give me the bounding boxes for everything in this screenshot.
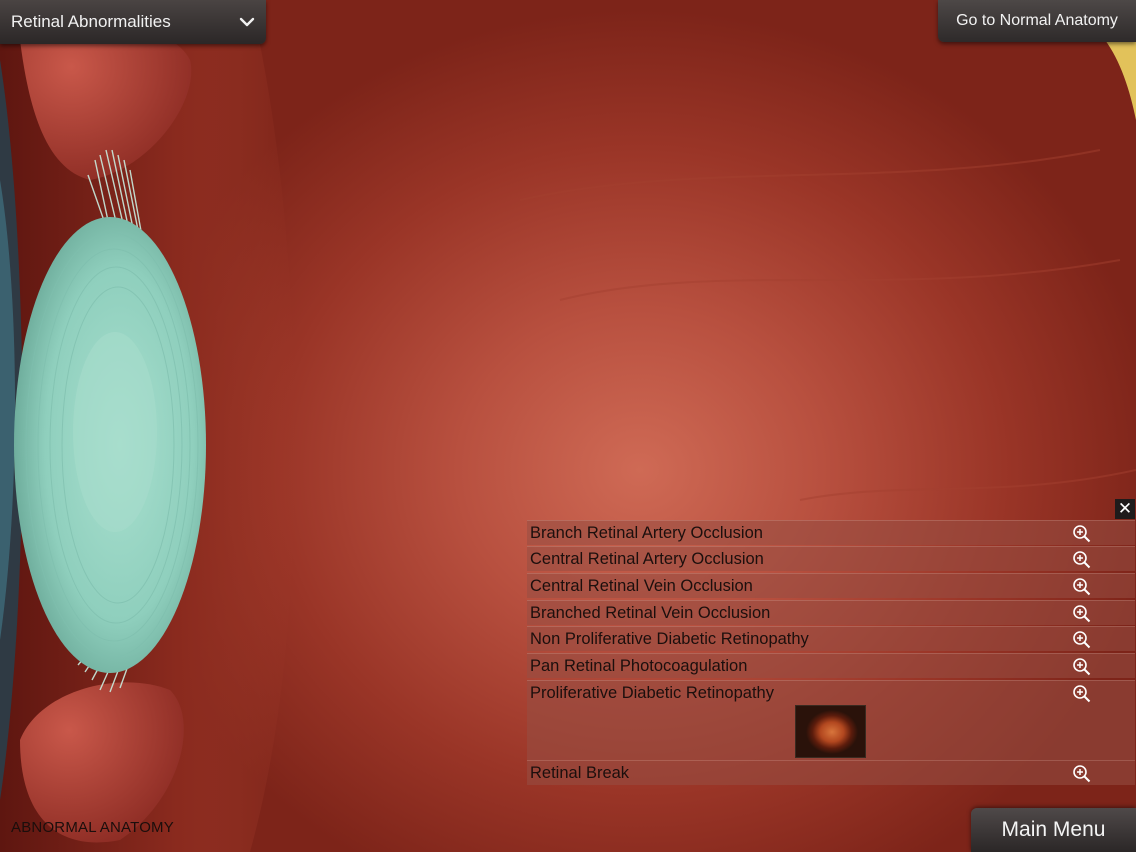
list-item[interactable]: Pan Retinal Photocoagulation xyxy=(527,653,1135,678)
list-item-label: Branch Retinal Artery Occlusion xyxy=(530,524,763,542)
list-item-label: Central Retinal Vein Occlusion xyxy=(530,577,753,595)
fundus-thumbnail[interactable] xyxy=(795,705,866,758)
list-item-label: Branched Retinal Vein Occlusion xyxy=(530,604,771,622)
zoom-in-icon[interactable] xyxy=(1072,604,1091,623)
zoom-in-icon[interactable] xyxy=(1072,764,1091,783)
go-to-normal-anatomy-button[interactable]: Go to Normal Anatomy xyxy=(938,0,1136,42)
list-item-label: Non Proliferative Diabetic Retinopathy xyxy=(530,630,809,648)
zoom-in-icon[interactable] xyxy=(1072,524,1091,543)
section-dropdown-label: Retinal Abnormalities xyxy=(11,12,171,31)
zoom-in-icon[interactable] xyxy=(1072,630,1091,649)
list-item[interactable]: Central Retinal Artery Occlusion xyxy=(527,546,1135,571)
list-item[interactable]: Branched Retinal Vein Occlusion xyxy=(527,600,1135,625)
list-item[interactable]: Branch Retinal Artery Occlusion xyxy=(527,520,1135,545)
main-menu-label: Main Menu xyxy=(1001,818,1106,841)
chevron-down-icon xyxy=(239,17,255,27)
list-item-label: Central Retinal Artery Occlusion xyxy=(530,550,764,568)
close-list-button[interactable]: ✕ xyxy=(1115,499,1135,519)
list-item[interactable]: Non Proliferative Diabetic Retinopathy xyxy=(527,626,1135,651)
list-item-expanded[interactable]: Proliferative Diabetic Retinopathy xyxy=(527,680,1135,760)
zoom-in-icon[interactable] xyxy=(1072,657,1091,676)
zoom-in-icon[interactable] xyxy=(1072,550,1091,569)
mode-caption: ABNORMAL ANATOMY xyxy=(11,819,174,836)
yellow-rim xyxy=(1105,40,1136,120)
list-item-label: Proliferative Diabetic Retinopathy xyxy=(530,684,774,702)
main-menu-button[interactable]: Main Menu xyxy=(971,808,1136,852)
list-item-label: Retinal Break xyxy=(530,764,630,782)
retinal-vessels xyxy=(519,149,1136,501)
go-to-normal-anatomy-label: Go to Normal Anatomy xyxy=(956,12,1118,29)
lens-nucleus xyxy=(73,332,157,532)
list-item[interactable]: Retinal Break xyxy=(527,760,1135,785)
abnormality-list: Branch Retinal Artery Occlusion Central … xyxy=(527,520,1135,788)
close-icon: ✕ xyxy=(1117,499,1133,518)
list-item-label: Pan Retinal Photocoagulation xyxy=(530,657,748,675)
zoom-in-icon[interactable] xyxy=(1072,684,1091,703)
zoom-in-icon[interactable] xyxy=(1072,577,1091,596)
section-dropdown[interactable]: Retinal Abnormalities xyxy=(0,0,266,44)
list-item[interactable]: Central Retinal Vein Occlusion xyxy=(527,573,1135,598)
